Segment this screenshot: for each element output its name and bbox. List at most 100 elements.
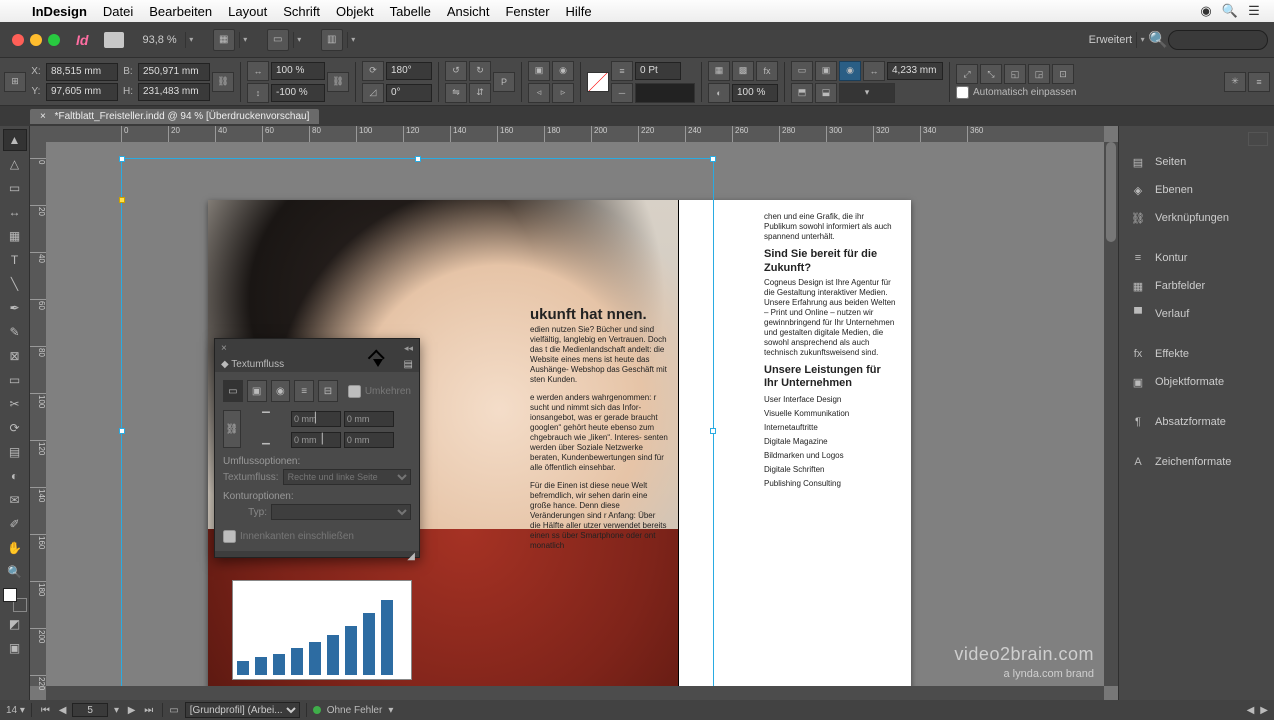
preflight-profile-select[interactable]: [Grundprofil] (Arbei... [185,702,300,718]
status-scroll-left-icon[interactable]: ◀ [1247,705,1255,716]
close-tab-icon[interactable]: × [40,111,52,122]
w-input[interactable] [138,63,210,81]
status-scroll-right-icon[interactable]: ▶ [1260,705,1268,716]
wrap-mode-none[interactable]: ▭ [223,380,243,402]
wrap-mode-shape[interactable]: ◉ [271,380,291,402]
flip-h-icon[interactable]: ⇋ [445,83,467,103]
stroke-weight-input[interactable] [635,62,681,80]
control-menu-icon[interactable]: ≡ [1248,72,1270,92]
autofit-checkbox[interactable] [956,86,969,99]
pen-tool[interactable]: ✒ [3,297,27,319]
panel-objektformate[interactable]: ▣Objektformate [1119,368,1274,396]
panel-seiten[interactable]: ▤Seiten [1119,148,1274,176]
eyedropper-tool[interactable]: ✐ [3,513,27,535]
constrain-wh-icon[interactable]: ⛓ [212,72,234,92]
wrap-mode-jump-next[interactable]: ⊟ [318,380,338,402]
panel-kontur[interactable]: ≡Kontur [1119,244,1274,272]
invert-checkbox[interactable] [348,385,361,398]
close-window[interactable] [12,34,24,46]
search-help-icon[interactable]: 🔍 [1148,30,1168,50]
first-page-icon[interactable]: ⏮ [38,705,53,716]
select-next-icon[interactable]: ▹ [552,83,574,103]
page-tool[interactable]: ▭ [3,177,27,199]
dock-collapse-icon[interactable] [1248,132,1268,146]
h-input[interactable] [138,83,210,101]
vertical-scrollbar[interactable] [1104,142,1118,686]
wrap-shape-icon[interactable]: ◉ [839,61,861,81]
arrange-docs-dropdown[interactable] [347,32,359,48]
fill-frame-icon[interactable]: ◲ [1028,64,1050,84]
next-page-icon[interactable]: ▶ [125,705,139,716]
scale-y-input[interactable] [271,84,325,102]
menu-tabelle[interactable]: Tabelle [382,4,439,19]
panel-verknuepfungen[interactable]: ⛓Verknüpfungen [1119,204,1274,232]
wrap-bbox-icon[interactable]: ▣ [815,61,837,81]
workspace-switcher[interactable]: Erweitert [1085,34,1136,46]
zoom-dropdown[interactable] [185,32,197,48]
zoom-tool[interactable]: 🔍 [3,561,27,583]
workspace-dropdown[interactable] [1136,32,1148,48]
panel-menu-icon[interactable]: ▤ [404,359,413,370]
rectangle-frame-tool[interactable]: ⊠ [3,345,27,367]
gradient-feather-tool[interactable]: ◐ [3,465,27,487]
select-content-icon[interactable]: ◉ [552,61,574,81]
offset-link-icon[interactable]: ⛓ [223,410,241,448]
center-content-icon[interactable]: ⊡ [1052,64,1074,84]
menu-objekt[interactable]: Objekt [328,4,382,19]
hand-tool[interactable]: ✋ [3,537,27,559]
menu-bearbeiten[interactable]: Bearbeiten [141,4,220,19]
free-transform-tool[interactable]: ⟳ [3,417,27,439]
gradient-swatch-tool[interactable]: ▤ [3,441,27,463]
rotate-ccw-icon[interactable]: ↺ [445,61,467,81]
fill-stroke-swatch[interactable] [3,588,27,612]
vertical-ruler[interactable]: 020406080100120140160180200220 [30,142,46,686]
panel-titlebar[interactable]: × ◂◂ [215,339,419,357]
last-page-icon[interactable]: ⏭ [141,705,156,716]
select-prev-icon[interactable]: ◃ [528,83,550,103]
shear-input[interactable] [386,84,432,102]
fx-icon[interactable]: fx [756,61,778,81]
horizontal-ruler[interactable]: 0204060801001201401601802002202402602803… [46,126,1104,142]
menu-hilfe[interactable]: Hilfe [558,4,600,19]
align-center-icon[interactable]: ⬓ [815,83,837,103]
opacity-input[interactable] [732,84,778,102]
spotlight-icon[interactable]: 🔍 [1218,3,1242,19]
menu-datei[interactable]: Datei [95,4,141,19]
type-tool[interactable]: T [3,249,27,271]
content-collector-tool[interactable]: ▦ [3,225,27,247]
open-doc-icon[interactable]: ▭ [169,705,178,716]
prev-page-icon[interactable]: ◀ [56,705,70,716]
panel-farbfelder[interactable]: ▦Farbfelder [1119,272,1274,300]
offset-right-input[interactable] [344,432,394,448]
stroke-style-dropdown[interactable] [635,83,695,103]
search-help-input[interactable] [1168,30,1268,50]
pencil-tool[interactable]: ✎ [3,321,27,343]
fit-frame-icon[interactable]: ⤡ [980,64,1002,84]
zoom-level[interactable]: 93,8 % [138,34,180,46]
panel-absatzformate[interactable]: ¶Absatzformate [1119,408,1274,436]
rotate-input[interactable] [386,62,432,80]
wrap-to-select[interactable]: Rechte und linke Seite [283,469,411,485]
view-options-dropdown[interactable] [239,32,251,48]
line-tool[interactable]: ╲ [3,273,27,295]
document-tab[interactable]: × *Faltblatt_Freisteller.indd @ 94 % [Üb… [30,109,319,124]
object-style-dropdown[interactable]: ▾ [839,83,895,103]
status-zoom-icon[interactable]: 14 ▾ [6,705,25,716]
text-wrap-panel[interactable]: × ◂◂ ◆ Textumfluss ▤ ▭ ▣ ◉ ≡ ⊟ Umkehren [214,338,420,558]
menu-layout[interactable]: Layout [220,4,275,19]
bridge-icon[interactable] [104,32,124,48]
scissors-tool[interactable]: ✂ [3,393,27,415]
select-container-icon[interactable]: ▣ [528,61,550,81]
fit-content-icon[interactable]: ⤢ [956,64,978,84]
offset-left-input[interactable] [344,411,394,427]
panel-ebenen[interactable]: ◈Ebenen [1119,176,1274,204]
flip-v-icon[interactable]: ⇵ [469,83,491,103]
selection-tool[interactable]: ▲ [3,129,27,151]
panel-effekte[interactable]: fxEffekte [1119,340,1274,368]
screen-mode-icon[interactable]: ▭ [267,29,289,51]
panel-zeichenformate[interactable]: AZeichenformate [1119,448,1274,476]
apply-color-icon[interactable]: ◩ [3,613,27,635]
note-tool[interactable]: ✉ [3,489,27,511]
horizontal-scrollbar[interactable] [46,686,1104,700]
view-options-icon[interactable]: ▦ [213,29,235,51]
